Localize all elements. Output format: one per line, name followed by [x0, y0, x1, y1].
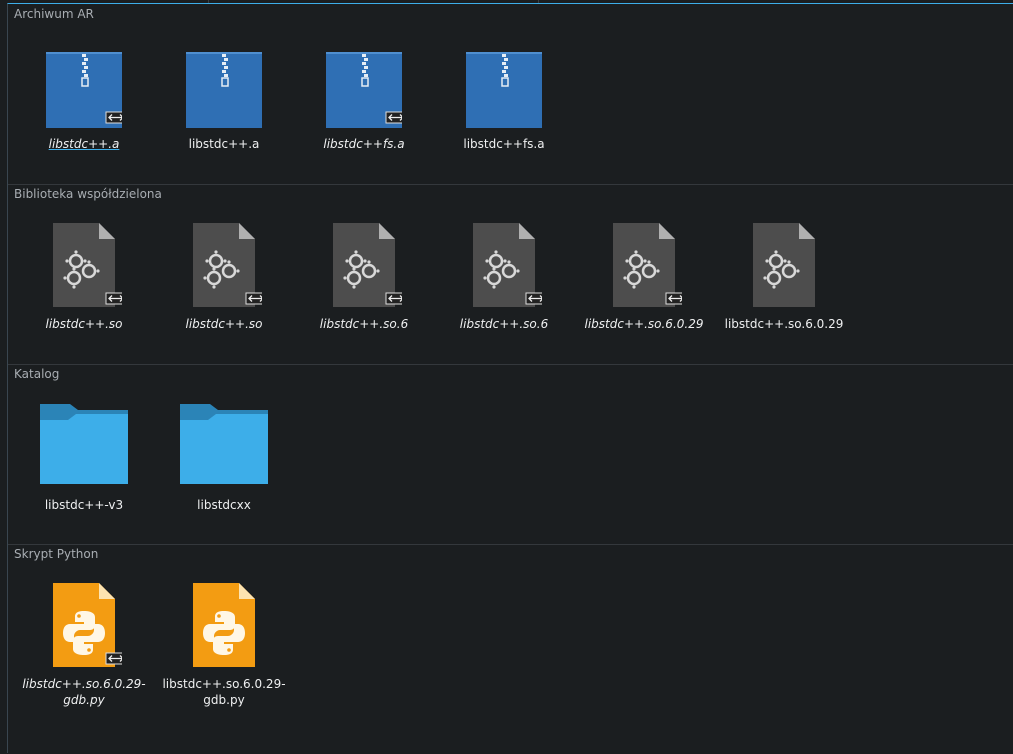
- file-name-line2: gdb.py: [203, 693, 245, 707]
- group-archiwum-ar: Archiwum AR libstdc++.a libstdc++.a libs…: [8, 4, 1013, 184]
- python-script-icon: [46, 581, 122, 669]
- file-item[interactable]: libstdc++.so: [157, 219, 291, 334]
- file-item[interactable]: libstdc++.so: [17, 219, 151, 334]
- file-item[interactable]: libstdc++fs.a: [437, 49, 571, 159]
- folder-icon: [180, 404, 268, 484]
- archive-icon: [466, 52, 542, 128]
- shared-library-icon: [746, 221, 822, 309]
- archive-icon: [46, 52, 122, 128]
- group-separator: [8, 184, 1013, 185]
- file-item[interactable]: libstdc++.so.6.0.29: [717, 219, 851, 334]
- group-separator: [8, 544, 1013, 545]
- folder-name: libstdcxx: [197, 498, 251, 512]
- file-item[interactable]: libstdc++.so.6: [437, 219, 571, 334]
- file-item[interactable]: libstdc++.so.6.0.29- gdb.py: [17, 579, 151, 714]
- file-name: libstdc++fs.a: [323, 137, 405, 151]
- group-title: Katalog: [14, 367, 60, 381]
- file-name-line2: gdb.py: [63, 693, 105, 707]
- group-title: Skrypt Python: [14, 547, 99, 561]
- file-name: libstdc++.so.6: [459, 317, 549, 331]
- shared-library-icon: [606, 221, 682, 309]
- file-item[interactable]: libstdc++.so.6: [297, 219, 431, 334]
- file-name: libstdc++.so.6.0.29- gdb.py: [157, 676, 291, 708]
- file-name: libstdc++.a: [188, 137, 260, 151]
- group-biblioteka-wspoldzielona: Biblioteka współdzielona libstdc++.so li…: [8, 184, 1013, 364]
- file-name-line1: libstdc++.so.6.0.29-: [162, 677, 286, 691]
- file-name: libstdc++.so.6: [319, 317, 409, 331]
- shared-library-icon: [326, 221, 402, 309]
- file-name: libstdc++fs.a: [463, 137, 545, 151]
- group-title: Biblioteka współdzielona: [14, 187, 162, 201]
- shared-library-icon: [46, 221, 122, 309]
- file-name: libstdc++.so: [45, 317, 123, 331]
- file-item[interactable]: libstdc++.so.6.0.29- gdb.py: [157, 579, 291, 714]
- file-item[interactable]: libstdc++.a: [157, 49, 291, 159]
- group-separator: [8, 364, 1013, 365]
- archive-icon: [326, 52, 402, 128]
- python-script-icon: [186, 581, 262, 669]
- file-name: libstdc++.so.6.0.29- gdb.py: [17, 676, 151, 708]
- file-item[interactable]: libstdc++.a: [17, 49, 151, 159]
- folder-item[interactable]: libstdc++-v3: [17, 404, 151, 514]
- archive-icon: [186, 52, 262, 128]
- folder-icon: [40, 404, 128, 484]
- file-name: libstdc++.so.6.0.29: [724, 317, 844, 331]
- shared-library-icon: [186, 221, 262, 309]
- file-name-line1: libstdc++.so.6.0.29-: [22, 677, 146, 691]
- group-skrypt-python: Skrypt Python libstdc++.so.6.0.29- gdb.p…: [8, 544, 1013, 754]
- file-item[interactable]: libstdc++fs.a: [297, 49, 431, 159]
- folder-item[interactable]: libstdcxx: [157, 404, 291, 514]
- shared-library-icon: [466, 221, 542, 309]
- file-name: libstdc++.so: [185, 317, 263, 331]
- file-name: libstdc++.a: [48, 137, 120, 151]
- file-icon-view[interactable]: Archiwum AR libstdc++.a libstdc++.a libs…: [7, 3, 1013, 753]
- file-name: libstdc++.so.6.0.29: [584, 317, 704, 331]
- folder-name: libstdc++-v3: [44, 498, 124, 512]
- file-item[interactable]: libstdc++.so.6.0.29: [577, 219, 711, 334]
- group-katalog: Katalog libstdc++-v3 libstdcxx: [8, 364, 1013, 544]
- group-title: Archiwum AR: [14, 7, 94, 21]
